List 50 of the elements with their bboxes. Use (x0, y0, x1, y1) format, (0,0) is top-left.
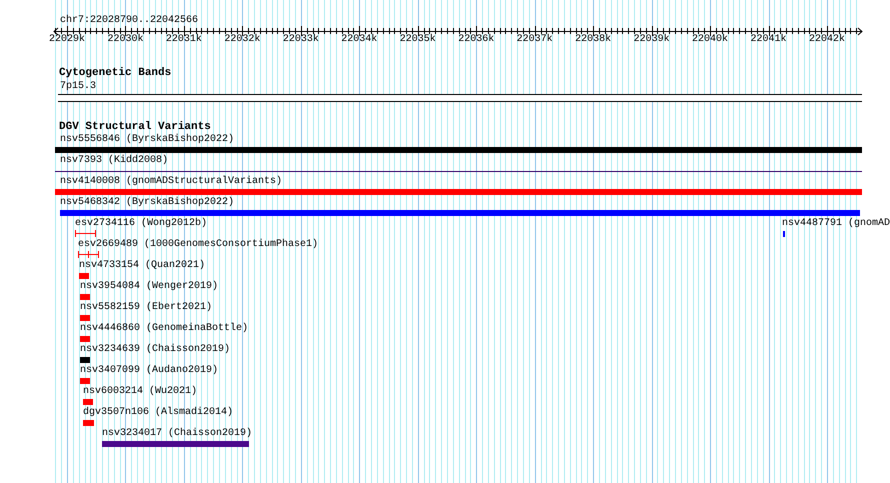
variant-bar[interactable] (83, 399, 93, 405)
variant-label: nsv3954084 (Wenger2019) (80, 281, 218, 293)
variant-bar[interactable] (80, 336, 90, 342)
variant-label: nsv3407099 (Audano2019) (80, 365, 218, 377)
variant-label: nsv7393 (Kidd2008) (60, 155, 168, 167)
variant-label: dgv3507n106 (Alsmadi2014) (83, 407, 234, 419)
tick-label: 22042k (808, 34, 846, 46)
tick-label: 22038k (574, 34, 612, 46)
location-label: chr7:22028790..22042566 (60, 15, 198, 27)
interval-marker[interactable] (75, 230, 96, 237)
tick-label: 22041k (750, 34, 788, 46)
tick-label: 22031k (164, 34, 203, 46)
tick-label: 22040k (691, 34, 730, 46)
track-title: DGV Structural Variants (59, 121, 211, 133)
tick-label: 22037k (516, 34, 554, 46)
cytoband-bar[interactable] (58, 94, 862, 102)
variant-bar[interactable] (79, 273, 89, 279)
variant-label: nsv4487791 (gnomAD (782, 218, 890, 230)
tick-label: 22033k (282, 34, 320, 46)
tick-label: 22030k (106, 34, 144, 46)
variant-label: nsv4733154 (Quan2021) (79, 260, 206, 272)
variant-label: nsv5556846 (ByrskaBishop2022) (60, 134, 234, 146)
variant-label: nsv4140008 (gnomADStructuralVariants) (60, 176, 282, 188)
variant-bar[interactable] (80, 315, 90, 321)
variant-label: nsv3234639 (Chaisson2019) (80, 344, 230, 356)
tick-label: 22034k (340, 34, 378, 46)
tick-label: 22039k (632, 34, 671, 46)
variant-label: nsv3234017 (Chaisson2019) (102, 428, 252, 440)
track-title: Cytogenetic Bands (59, 67, 172, 79)
tick-label: 22035k (398, 34, 437, 46)
variant-bar[interactable] (55, 189, 862, 195)
tick-label: 22036k (457, 34, 496, 46)
variant-label: nsv5582159 (Ebert2021) (80, 302, 212, 314)
variant-line[interactable] (55, 171, 862, 172)
interval-marker[interactable] (78, 251, 99, 258)
variant-bar[interactable] (55, 147, 862, 153)
tick-label: 22032k (223, 34, 262, 46)
band-label: 7p15.3 (60, 81, 96, 93)
variant-bar[interactable] (80, 378, 90, 384)
variant-bar[interactable] (60, 210, 860, 216)
variant-bar[interactable] (80, 294, 90, 300)
variant-label: nsv5468342 (ByrskaBishop2022) (60, 197, 234, 209)
variant-label: nsv6003214 (Wu2021) (83, 386, 198, 398)
variant-bar[interactable] (102, 441, 249, 447)
variant-bar[interactable] (83, 420, 94, 426)
tick-label: 22029k (48, 34, 86, 46)
variant-label: esv2734116 (Wong2012b) (75, 218, 208, 230)
variant-label: nsv4446860 (GenomeinaBottle) (80, 323, 248, 335)
variant-label: esv2669489 (1000GenomesConsortiumPhase1) (78, 239, 318, 251)
variant-bar[interactable] (80, 357, 90, 363)
